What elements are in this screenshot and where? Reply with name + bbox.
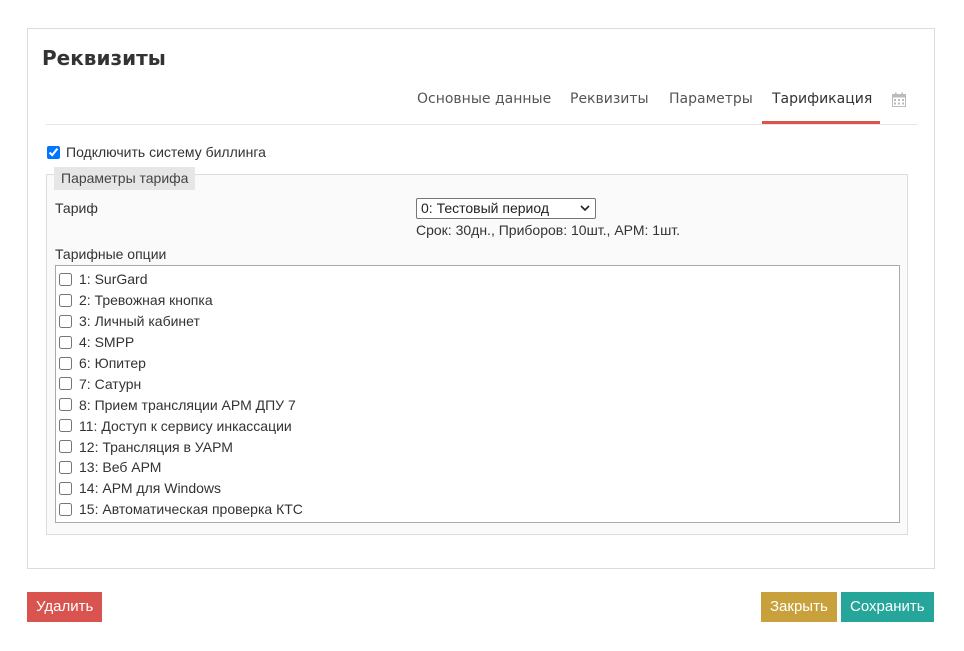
tariff-option[interactable]: 8: Прием трансляции АРМ ДПУ 7 — [59, 394, 303, 415]
tariff-option-checkbox[interactable] — [59, 335, 72, 349]
tariff-option[interactable]: 2: Тревожная кнопка — [59, 290, 303, 311]
billing-checkbox[interactable] — [47, 145, 60, 159]
billing-toggle[interactable]: Подключить систему биллинга — [47, 144, 266, 160]
tariff-option-checkbox[interactable] — [59, 460, 72, 474]
tariff-option[interactable]: 14: АРМ для Windows — [59, 478, 303, 499]
tab-requisites[interactable]: Реквизиты — [570, 91, 649, 107]
tabs-divider — [46, 124, 918, 125]
tariff-option-label: 13: Веб АРМ — [79, 459, 162, 476]
tariff-option-label: 1: SurGard — [79, 271, 148, 288]
tariff-option[interactable]: 15: Автоматическая проверка КТС — [59, 499, 303, 520]
tariff-option[interactable]: 13: Веб АРМ — [59, 457, 303, 478]
close-button[interactable]: Закрыть — [761, 592, 837, 622]
active-tab-indicator — [762, 121, 880, 124]
tariff-option[interactable]: 12: Трансляция в УАРМ — [59, 436, 303, 457]
tariff-option-checkbox[interactable] — [59, 314, 72, 328]
page-title: Реквизиты — [42, 46, 166, 70]
tariff-option-checkbox[interactable] — [59, 481, 72, 495]
tariff-option-label: 3: Личный кабинет — [79, 313, 200, 330]
tariff-option[interactable]: 11: Доступ к сервису инкассации — [59, 415, 303, 436]
options-list: 1: SurGard 2: Тревожная кнопка 3: Личный к… — [59, 269, 303, 520]
tariff-info: Срок: 30дн., Приборов: 10шт., АРМ: 1шт. — [416, 222, 681, 238]
tariff-option-checkbox[interactable] — [59, 356, 72, 370]
tariff-option[interactable]: 1: SurGard — [59, 269, 303, 290]
save-button[interactable]: Сохранить — [841, 592, 934, 622]
delete-button[interactable]: Удалить — [27, 592, 103, 622]
tariff-option-label: 7: Сатурн — [79, 375, 142, 392]
tariff-option-checkbox[interactable] — [59, 272, 72, 286]
tariff-option-checkbox[interactable] — [59, 502, 72, 516]
tariff-option-label: 8: Прием трансляции АРМ ДПУ 7 — [79, 396, 296, 413]
tab-parameters[interactable]: Параметры — [669, 91, 753, 107]
tariff-option[interactable]: 3: Личный кабинет — [59, 311, 303, 332]
tariff-params-legend: Параметры тарифа — [54, 167, 196, 190]
tariff-option-label: 4: SMPP — [79, 334, 135, 351]
tariff-option-label: 15: Автоматическая проверка КТС — [79, 501, 303, 518]
tab-main-data[interactable]: Основные данные — [417, 91, 551, 107]
tariff-option-checkbox[interactable] — [59, 377, 72, 391]
calendar-icon[interactable] — [892, 92, 906, 107]
tariff-option[interactable]: 4: SMPP — [59, 332, 303, 353]
tariff-option-checkbox[interactable] — [59, 293, 72, 307]
tariff-option[interactable]: 6: Юпитер — [59, 353, 303, 374]
tariff-option-label: 11: Доступ к сервису инкассации — [79, 417, 292, 434]
tariff-option-label: 14: АРМ для Windows — [79, 480, 222, 497]
requisites-panel: Реквизиты Основные данные Реквизиты Пара… — [27, 28, 935, 569]
tariff-option-label: 6: Юпитер — [79, 355, 146, 371]
tariff-option[interactable]: 7: Сатурн — [59, 373, 303, 394]
tariff-select-value: 0: Тестовый период — [421, 200, 549, 216]
tariff-label: Тариф — [55, 200, 98, 216]
chevron-down-icon — [580, 205, 590, 212]
tariff-option-checkbox[interactable] — [59, 419, 72, 433]
tariff-options-list[interactable]: 1: SurGard 2: Тревожная кнопка 3: Личный к… — [55, 265, 900, 523]
options-label: Тарифные опции — [55, 246, 167, 262]
tariff-option-label: 2: Тревожная кнопка — [79, 292, 213, 309]
tariff-option-label: 12: Трансляция в УАРМ — [79, 438, 233, 455]
tariff-select[interactable]: 0: Тестовый период — [416, 198, 596, 219]
tab-billing[interactable]: Тарификация — [772, 91, 872, 107]
tariff-option-checkbox[interactable] — [59, 440, 72, 454]
billing-label: Подключить систему биллинга — [66, 144, 266, 160]
tariff-option-checkbox[interactable] — [59, 398, 72, 412]
